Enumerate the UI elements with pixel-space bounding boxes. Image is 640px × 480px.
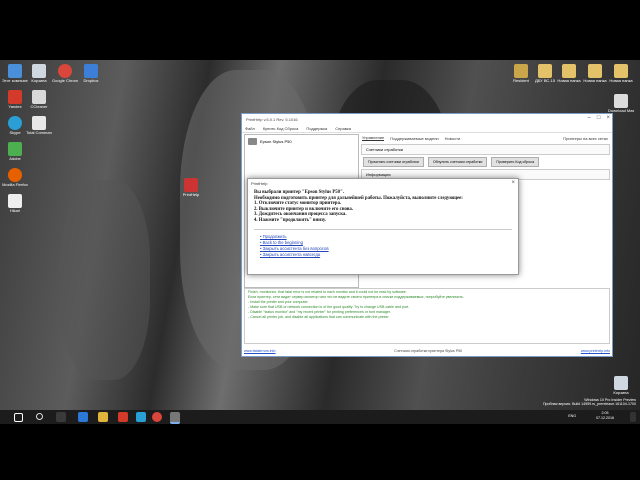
minimize-icon[interactable]: – — [588, 115, 591, 121]
mouse-cursor — [430, 242, 435, 248]
log-line: - Cancel all printer job, and disable al… — [248, 315, 390, 319]
clock-date: 07.12.2016 — [596, 415, 614, 420]
dialog-line: 4. Нажмите "продолжить" внизу. — [254, 217, 326, 223]
printer-list-item[interactable]: Epson Stylus P50 — [245, 135, 358, 148]
menu-file[interactable]: Файл — [245, 126, 255, 131]
tab-supported-models[interactable]: Поддерживаемые модели — [390, 136, 438, 141]
chrome-icon — [58, 64, 72, 78]
menu-buy-code[interactable]: Купить Код Сброса — [263, 126, 299, 131]
yandex-icon — [8, 90, 22, 104]
desktop-icon-skype[interactable]: Skype — [2, 116, 28, 135]
status-text: Счетчики отработки принтера Stylus P50 — [394, 348, 463, 353]
desktop-icon-newfolder-2[interactable]: Новая папка — [582, 64, 608, 83]
all-printers-toggle[interactable]: Принтеры на всех сетях — [563, 136, 608, 141]
reset-counters-button[interactable]: Обнулить счетчики отработки — [427, 157, 488, 167]
folder-icon — [514, 64, 528, 78]
dialog-title: PrintHelp — [251, 181, 268, 186]
printer-icon — [248, 138, 257, 145]
computer-icon — [8, 64, 22, 78]
menubar: Файл Купить Код Сброса Поддержка Справка — [242, 124, 612, 133]
tab-control[interactable]: Управление — [362, 135, 385, 141]
desktop-icon-dbu[interactable]: ДБУ ВС-15 — [532, 64, 558, 83]
printhelp-taskbar-icon[interactable] — [170, 412, 180, 424]
desktop-icon-computer[interactable]: Этот компьютер — [2, 64, 28, 83]
folder-icon — [614, 64, 628, 78]
total-commander-icon — [32, 116, 46, 130]
windows-watermark: Windows 10 Pro Insider Preview Пробная в… — [542, 398, 636, 407]
search-icon[interactable] — [36, 413, 43, 420]
desktop-icon-firefox[interactable]: Mozilla Firefox — [2, 168, 28, 187]
skype-icon — [8, 116, 22, 130]
printhelp-icon — [184, 178, 198, 192]
desktop-icon-totalcmd[interactable]: Total Commander — [26, 116, 52, 135]
dialog-divider — [254, 229, 512, 230]
letterbox-top — [0, 0, 640, 60]
desktop-icon-resident[interactable]: Resident — [508, 64, 534, 83]
desktop-icon-dropbox[interactable]: Dropbox — [78, 64, 104, 83]
dialog-links: • Продолжить • Back to the beginning • З… — [248, 234, 518, 258]
download-icon — [614, 94, 628, 108]
recycle-bin-icon — [32, 64, 46, 78]
desktop-icon-recycle-right[interactable]: Корзина — [608, 376, 634, 395]
close-assistant-forever-link[interactable]: • Закрыть ассистента навсегда — [260, 252, 518, 258]
desktop-icon-hikari[interactable]: Hikari — [2, 194, 28, 213]
dialog-titlebar[interactable]: PrintHelp × — [248, 179, 518, 188]
ccleaner-icon — [32, 90, 46, 104]
tab-bar: Управление Поддерживаемые модели Новости… — [359, 134, 612, 142]
task-view-icon[interactable] — [56, 412, 66, 422]
folder-icon — [538, 64, 552, 78]
chrome-taskbar-icon[interactable] — [152, 412, 162, 422]
hikari-icon — [8, 194, 22, 208]
maximize-icon[interactable]: □ — [597, 115, 601, 121]
yandex-taskbar-icon[interactable] — [118, 412, 128, 422]
desktop-icon-ccleaner[interactable]: CCleaner — [26, 90, 52, 109]
close-icon[interactable]: × — [511, 180, 515, 186]
info-label: Информация — [366, 172, 391, 177]
desktop-icon-download-master[interactable]: Download Master — [608, 94, 634, 113]
desktop-icon-yandex[interactable]: Yandex — [2, 90, 28, 109]
folder-icon — [562, 64, 576, 78]
desktop-icon-chrome[interactable]: Google Chrome — [52, 64, 78, 83]
desktop-icon-recycle[interactable]: Корзина — [26, 64, 52, 83]
adobe-icon — [8, 142, 22, 156]
notification-icon[interactable] — [630, 412, 636, 422]
assistant-dialog[interactable]: PrintHelp × Вы выбрали принтер "Epson St… — [247, 178, 519, 275]
clock[interactable]: 2:05 07.12.2016 — [596, 411, 614, 420]
start-icon[interactable] — [14, 413, 23, 422]
window-controls: – □ × — [588, 115, 610, 121]
taskbar: ENG 2:05 07.12.2016 — [0, 410, 640, 424]
desktop-icon-newfolder-3[interactable]: Новая папка — [608, 64, 634, 83]
skype-taskbar-icon[interactable] — [136, 412, 146, 422]
close-icon[interactable]: × — [606, 115, 610, 121]
screen-frame: Этот компьютер Корзина Google Chrome Dro… — [0, 0, 640, 480]
language-indicator[interactable]: ENG — [568, 414, 576, 418]
desktop-icon-newfolder-1[interactable]: Новая папка — [556, 64, 582, 83]
counters-label: Счетчики отработки — [366, 147, 403, 152]
printer-name: Epson Stylus P50 — [260, 139, 292, 144]
menu-support[interactable]: Поддержка — [306, 126, 327, 131]
status-link-left[interactable]: www.fatalerrors.info — [244, 349, 276, 353]
status-link-right[interactable]: www.printhelp.info — [581, 349, 610, 353]
window-titlebar[interactable]: PrintHelp v.5.0.1 Rev. 5.1016 – □ × — [242, 114, 612, 124]
read-counters-button[interactable]: Прочитать счетчики отработки — [363, 157, 424, 167]
rock-formation-left — [60, 180, 150, 380]
edge-icon[interactable] — [78, 412, 88, 422]
dialog-message: Вы выбрали принтер "Epson Stylus P50". Н… — [248, 188, 518, 225]
log-output: Finish, monitorice, that fatal error is … — [244, 288, 610, 344]
firefox-icon — [8, 168, 22, 182]
letterbox-bottom — [0, 424, 640, 480]
recycle-bin-icon — [614, 376, 628, 390]
window-title: PrintHelp v.5.0.1 Rev. 5.1016 — [246, 116, 298, 122]
desktop-icon-printhelp[interactable]: PrintHelp — [178, 178, 204, 197]
counters-section: Счетчики отработки — [361, 144, 610, 155]
menu-help[interactable]: Справка — [335, 126, 351, 131]
dropbox-icon — [84, 64, 98, 78]
explorer-icon[interactable] — [98, 412, 108, 422]
check-code-button[interactable]: Проверить Код сброса — [491, 157, 540, 167]
status-bar: www.fatalerrors.info Счетчики отработки … — [244, 346, 610, 355]
folder-icon — [588, 64, 602, 78]
counter-buttons: Прочитать счетчики отработки Обнулить сч… — [363, 157, 608, 167]
desktop-icon-adobe[interactable]: Adobe — [2, 142, 28, 161]
tab-news[interactable]: Новости — [445, 136, 460, 141]
